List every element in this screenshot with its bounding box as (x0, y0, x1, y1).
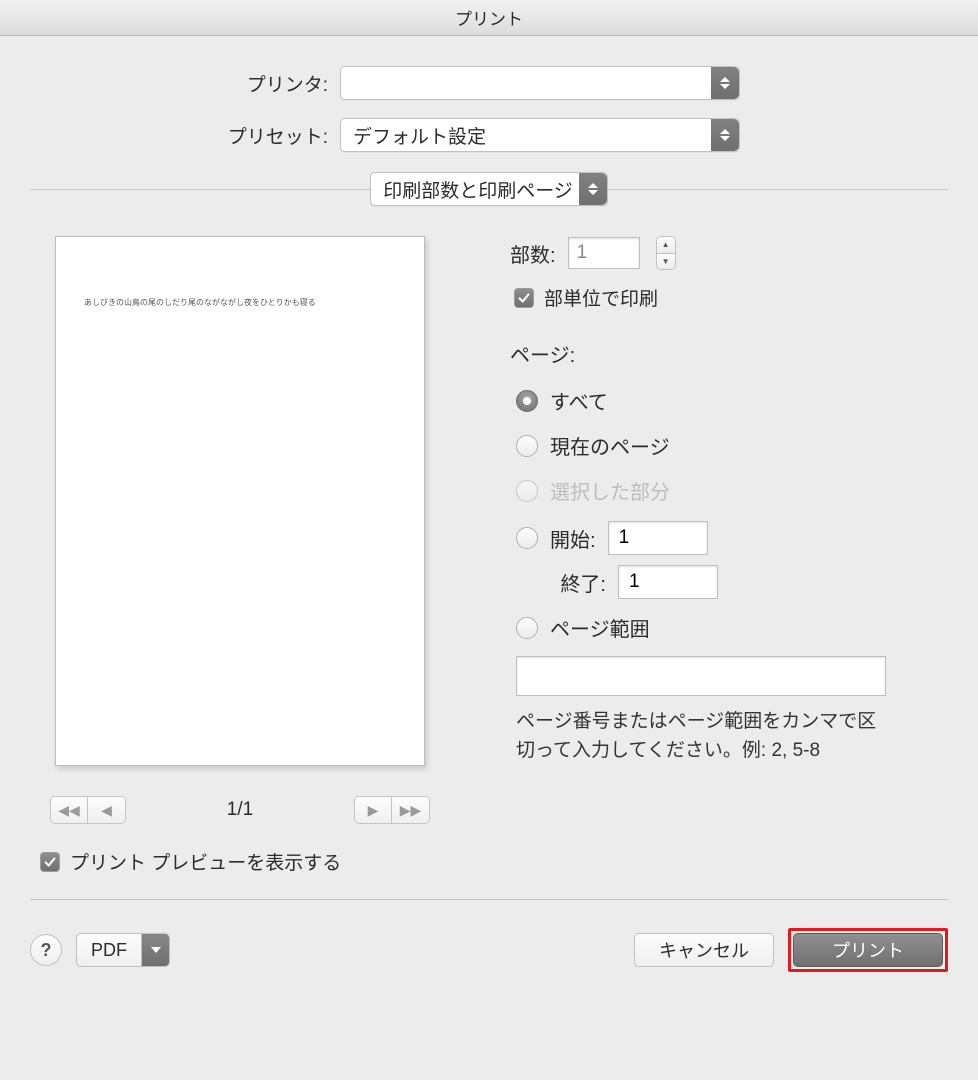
preview-column: あしびきの山鳥の尾のしだり尾のながながし夜をひとりかも寝る ◀◀ ◀ 1/1 ▶… (30, 236, 450, 875)
preset-row: プリセット: デフォルト設定 (30, 118, 948, 152)
footer: ? PDF キャンセル プリント (0, 928, 978, 1002)
printer-row: プリンタ: (30, 66, 948, 100)
category-select[interactable]: 印刷部数と印刷ページ (370, 172, 608, 206)
collate-label: 部単位で印刷 (544, 284, 658, 311)
updown-icon (579, 173, 607, 205)
pages-range-radio[interactable] (516, 617, 538, 639)
pages-selection-radio (516, 480, 538, 502)
prev-page-button[interactable]: ◀ (88, 796, 126, 824)
next-group: ▶ ▶▶ (354, 796, 430, 824)
pages-from-label: 開始: (550, 524, 596, 553)
copies-row: 部数: ▲ ▼ (510, 236, 948, 270)
window-title: プリント (455, 5, 523, 30)
show-preview-label: プリント プレビューを表示する (70, 848, 341, 875)
last-page-button[interactable]: ▶▶ (392, 796, 430, 824)
stepper-up-icon[interactable]: ▲ (657, 237, 675, 254)
question-icon: ? (41, 940, 52, 961)
main-area: あしびきの山鳥の尾のしだり尾のながながし夜をひとりかも寝る ◀◀ ◀ 1/1 ▶… (30, 236, 948, 875)
pages-all-radio[interactable] (516, 390, 538, 412)
pages-all-row: すべて (516, 386, 948, 415)
pages-range-label: ページ範囲 (550, 613, 650, 642)
cancel-label: キャンセル (659, 937, 749, 963)
copies-label: 部数: (510, 239, 556, 268)
pages-current-row: 現在のページ (516, 431, 948, 460)
pages-all-label: すべて (550, 386, 608, 415)
copies-stepper[interactable]: ▲ ▼ (656, 236, 676, 270)
options-column: 部数: ▲ ▼ 部単位で印刷 ページ: すべて (510, 236, 948, 875)
window-titlebar: プリント (0, 0, 978, 36)
collate-row: 部単位で印刷 (514, 284, 948, 311)
print-button[interactable]: プリント (793, 933, 943, 967)
updown-icon (711, 119, 739, 151)
page-preview: あしびきの山鳥の尾のしだり尾のながながし夜をひとりかも寝る (55, 236, 425, 766)
pages-selection-row: 選択した部分 (516, 476, 948, 505)
first-page-button[interactable]: ◀◀ (50, 796, 88, 824)
chevron-down-icon (141, 934, 169, 966)
check-icon (517, 291, 531, 305)
pages-range-hint: ページ番号またはページ範囲をカンマで区切って入力してください。例: 2, 5-8 (516, 708, 886, 765)
show-preview-checkbox[interactable] (40, 852, 60, 872)
pages-current-label: 現在のページ (550, 431, 670, 460)
pages-to-wrap: 終了: (550, 565, 948, 599)
page-indicator: 1/1 (140, 799, 340, 821)
next-page-button[interactable]: ▶ (354, 796, 392, 824)
pages-range-input[interactable] (516, 656, 886, 696)
cancel-button[interactable]: キャンセル (634, 933, 774, 967)
printer-select[interactable] (340, 66, 740, 100)
preview-sample-text: あしびきの山鳥の尾のしだり尾のながながし夜をひとりかも寝る (84, 297, 396, 308)
stepper-down-icon[interactable]: ▼ (657, 254, 675, 270)
printer-label: プリンタ: (30, 70, 340, 97)
pdf-menu-button[interactable]: PDF (76, 933, 170, 967)
pages-from-input[interactable] (608, 521, 708, 555)
collate-checkbox[interactable] (514, 288, 534, 308)
footer-divider (30, 899, 948, 900)
print-button-highlight: プリント (788, 928, 948, 972)
pages-current-radio[interactable] (516, 435, 538, 457)
pages-label: ページ: (510, 339, 948, 368)
pages-from-row: 開始: (516, 521, 948, 555)
pages-to-label: 終了: (550, 568, 606, 597)
pages-range-row: ページ範囲 (516, 613, 948, 642)
copies-input[interactable] (568, 237, 640, 269)
updown-icon (711, 67, 739, 99)
pages-to-row: 終了: (550, 565, 948, 599)
preset-label: プリセット: (30, 122, 340, 149)
prev-group: ◀◀ ◀ (50, 796, 126, 824)
pages-from-radio[interactable] (516, 527, 538, 549)
print-label: プリント (832, 937, 904, 963)
category-value: 印刷部数と印刷ページ (383, 176, 573, 203)
pdf-label: PDF (77, 940, 141, 961)
pages-options: すべて 現在のページ 選択した部分 開始: 終了: (516, 386, 948, 765)
preview-pager: ◀◀ ◀ 1/1 ▶ ▶▶ (30, 796, 450, 824)
show-preview-row: プリント プレビューを表示する (40, 848, 341, 875)
dialog-content: プリンタ: プリセット: デフォルト設定 印刷部数と印刷ページ あしびきの山鳥の… (0, 36, 978, 928)
preset-select[interactable]: デフォルト設定 (340, 118, 740, 152)
pages-selection-label: 選択した部分 (550, 476, 670, 505)
help-button[interactable]: ? (30, 934, 62, 966)
check-icon (43, 855, 57, 869)
preset-value: デフォルト設定 (353, 122, 486, 149)
category-row: 印刷部数と印刷ページ (30, 172, 948, 206)
pages-to-input[interactable] (618, 565, 718, 599)
